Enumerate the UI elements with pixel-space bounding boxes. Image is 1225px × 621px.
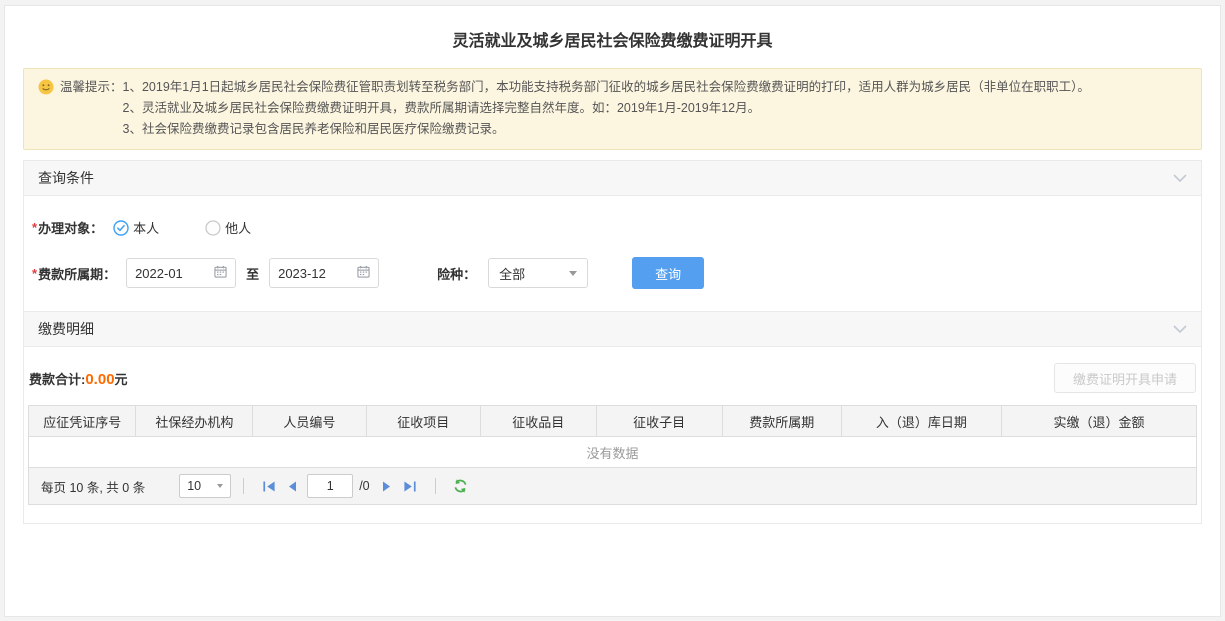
- insurance-select-value: 全部: [499, 264, 525, 283]
- warm-tips-box: 温馨提示： 1、2019年1月1日起城乡居民社会保险费征管职责划转至税务部门，本…: [23, 68, 1202, 150]
- tips-label: 温馨提示：: [60, 77, 123, 98]
- page-panel: 灵活就业及城乡居民社会保险费缴费证明开具 温馨提示： 1、2019年1月1日起城…: [4, 5, 1221, 617]
- last-page-button[interactable]: [397, 481, 423, 492]
- chevron-down-icon[interactable]: [1173, 325, 1187, 334]
- period-to-value: 2023-12: [278, 266, 326, 281]
- table-header-cell: 入（退）库日期: [841, 406, 1001, 437]
- pagination-bar: 每页 10 条, 共 0 条 10 /0: [28, 468, 1197, 505]
- required-star: *: [32, 220, 37, 235]
- total-label: 费款合计:: [29, 372, 85, 387]
- caret-down-icon: [569, 271, 577, 276]
- detail-body: 费款合计:0.00元 缴费证明开具申请 应征凭证序号 社保经办机构 人员编号 征…: [24, 347, 1201, 523]
- query-section-header: 查询条件: [24, 161, 1201, 196]
- next-page-button[interactable]: [376, 481, 397, 492]
- period-label: 费款所属期：: [38, 264, 116, 283]
- caret-down-icon: [217, 484, 223, 488]
- divider: [435, 478, 436, 494]
- table-header-cell: 征收项目: [366, 406, 480, 437]
- empty-data-row: 没有数据: [29, 437, 1197, 468]
- table-header-cell: 应征凭证序号: [29, 406, 136, 437]
- prev-page-button[interactable]: [282, 481, 303, 492]
- tips-lines: 1、2019年1月1日起城乡居民社会保险费征管职责划转至税务部门，本功能支持税务…: [123, 77, 1189, 140]
- radio-option-other[interactable]: 他人: [205, 218, 251, 237]
- viewport: 灵活就业及城乡居民社会保险费缴费证明开具 温馨提示： 1、2019年1月1日起城…: [0, 0, 1225, 621]
- pagination-summary: 每页 10 条, 共 0 条: [41, 477, 145, 496]
- total-value: 0.00: [85, 371, 114, 388]
- refresh-icon: [452, 479, 469, 493]
- table-header-cell: 社保经办机构: [136, 406, 253, 437]
- search-button[interactable]: 查询: [632, 257, 704, 289]
- page-size-value: 10: [187, 479, 201, 493]
- insurance-select[interactable]: 全部: [488, 258, 588, 288]
- radio-option-self-label: 本人: [133, 218, 159, 237]
- total-row: 费款合计:0.00元 缴费证明开具申请: [28, 363, 1197, 393]
- query-section: 查询条件 * 办理对象： 本人: [23, 160, 1202, 312]
- period-from-input[interactable]: 2022-01: [126, 258, 236, 288]
- period-to-input[interactable]: 2023-12: [269, 258, 379, 288]
- table-header-row: 应征凭证序号 社保经办机构 人员编号 征收项目 征收品目 征收子目 费款所属期 …: [29, 406, 1197, 437]
- detail-section-header: 缴费明细: [24, 312, 1201, 347]
- chevron-down-icon[interactable]: [1173, 174, 1187, 183]
- total-pages-label: /0: [359, 479, 369, 493]
- table-header-cell: 人员编号: [253, 406, 366, 437]
- radio-checked-icon: [113, 220, 129, 236]
- page-title: 灵活就业及城乡居民社会保险费缴费证明开具: [5, 6, 1220, 68]
- first-page-button[interactable]: [256, 481, 282, 492]
- payment-detail-table: 应征凭证序号 社保经办机构 人员编号 征收项目 征收品目 征收子目 费款所属期 …: [28, 405, 1197, 468]
- query-form: * 办理对象： 本人 他人: [24, 196, 1201, 311]
- table-header-cell: 费款所属期: [722, 406, 841, 437]
- tip-line-2: 2、灵活就业及城乡居民社会保险费缴费证明开具，费款所属期请选择完整自然年度。如：…: [123, 98, 1189, 119]
- next-page-icon: [382, 481, 391, 492]
- first-page-icon: [262, 481, 276, 492]
- table-header-cell: 实缴（退）金额: [1001, 406, 1196, 437]
- radio-option-self[interactable]: 本人: [113, 218, 159, 237]
- period-separator: 至: [246, 264, 259, 283]
- table-header-cell: 征收品目: [480, 406, 596, 437]
- empty-data-text: 没有数据: [29, 437, 1197, 468]
- tip-line-3: 3、社会保险费缴费记录包含居民养老保险和居民医疗保险缴费记录。: [123, 119, 1189, 140]
- smiley-icon: [38, 79, 54, 102]
- period-from-value: 2022-01: [135, 266, 183, 281]
- detail-section: 缴费明细 费款合计:0.00元 缴费证明开具申请 应征凭证序号 社: [23, 312, 1202, 524]
- tip-line-1: 1、2019年1月1日起城乡居民社会保险费征管职责划转至税务部门，本功能支持税务…: [123, 77, 1189, 98]
- calendar-icon[interactable]: [214, 265, 227, 281]
- page-size-select[interactable]: 10: [179, 474, 231, 498]
- query-section-title: 查询条件: [38, 168, 94, 188]
- target-radio-group: 本人 他人: [113, 218, 297, 237]
- prev-page-icon: [288, 481, 297, 492]
- required-star: *: [32, 266, 37, 281]
- total-amount: 费款合计:0.00元: [29, 369, 128, 388]
- target-label: 办理对象：: [38, 218, 103, 237]
- insurance-label: 险种：: [437, 264, 476, 283]
- radio-option-other-label: 他人: [225, 218, 251, 237]
- last-page-icon: [403, 481, 417, 492]
- radio-unchecked-icon: [205, 220, 221, 236]
- total-unit: 元: [115, 372, 128, 387]
- refresh-button[interactable]: [448, 479, 473, 493]
- calendar-icon[interactable]: [357, 265, 370, 281]
- apply-certificate-button[interactable]: 缴费证明开具申请: [1054, 363, 1196, 393]
- page-number-input[interactable]: [307, 474, 353, 498]
- table-header-cell: 征收子目: [596, 406, 722, 437]
- divider: [243, 478, 244, 494]
- detail-section-title: 缴费明细: [38, 319, 94, 339]
